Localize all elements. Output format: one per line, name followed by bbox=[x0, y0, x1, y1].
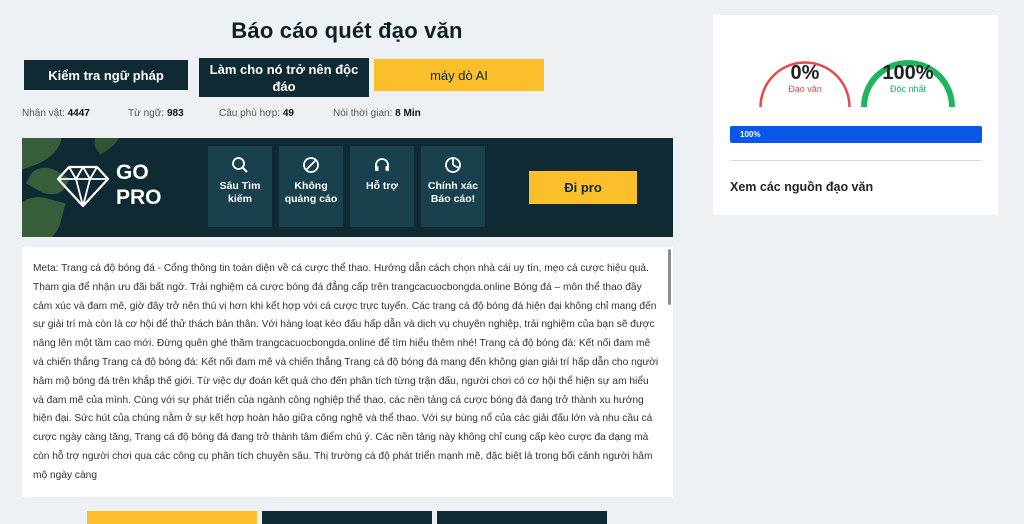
make-unique-button[interactable]: Làm cho nó trở nên độc đáo bbox=[199, 58, 369, 97]
bottom-action-button-2[interactable] bbox=[262, 511, 432, 524]
scanned-text-area[interactable]: Meta: Trang cá độ bóng đá - Cổng thông t… bbox=[22, 247, 673, 497]
feature-no-ads: Không quảng cáo bbox=[279, 146, 343, 227]
divider bbox=[730, 160, 982, 161]
page-title: Báo cáo quét đạo văn bbox=[231, 18, 463, 43]
plagiarism-value: 0% bbox=[790, 62, 820, 84]
matching-sentences: Câu phù hợp: 49 bbox=[219, 108, 294, 119]
plagiarism-label: Đạo văn bbox=[788, 84, 822, 94]
bottom-action-button-3[interactable] bbox=[437, 511, 607, 524]
feature-accurate-report: Chính xác Báo cáo! bbox=[421, 146, 485, 227]
view-sources-link[interactable]: Xem các nguồn đạo văn bbox=[730, 180, 873, 194]
go-pro-button[interactable]: Đi pro bbox=[529, 171, 637, 204]
speaking-time: Nói thời gian: 8 Min bbox=[333, 108, 421, 119]
result-gauges bbox=[759, 60, 955, 108]
bottom-action-button-1[interactable] bbox=[87, 511, 257, 524]
headset-icon bbox=[375, 158, 389, 171]
no-ads-icon bbox=[303, 157, 319, 173]
go-pro-title: GO PRO bbox=[116, 161, 162, 209]
scanned-text: Meta: Trang cá độ bóng đá - Cổng thông t… bbox=[33, 263, 659, 481]
unique-value: 100% bbox=[882, 62, 934, 84]
diamond-icon bbox=[56, 165, 110, 208]
leaf-decoration bbox=[88, 138, 126, 155]
uniqueness-progress-bar: 100% bbox=[730, 126, 982, 143]
go-pro-banner: GO PRO Sâu Tìm kiếm Không quảng cáo Hỗ t… bbox=[22, 138, 673, 237]
feature-support: Hỗ trợ bbox=[350, 146, 414, 227]
character-count: Nhân vật: 4447 bbox=[22, 108, 90, 119]
word-count: Từ ngữ: 983 bbox=[128, 108, 184, 119]
grammar-check-button[interactable]: Kiểm tra ngữ pháp bbox=[24, 60, 188, 90]
ai-detector-button[interactable]: máy dò AI bbox=[374, 59, 544, 91]
chart-icon bbox=[445, 157, 461, 173]
unique-label: Độc nhất bbox=[889, 84, 927, 94]
search-icon bbox=[232, 157, 248, 173]
result-panel: 0% Đạo văn 100% Độc nhất 100% Xem các ng… bbox=[713, 15, 998, 215]
scrollbar[interactable] bbox=[668, 249, 671, 305]
feature-deep-search: Sâu Tìm kiếm bbox=[208, 146, 272, 227]
